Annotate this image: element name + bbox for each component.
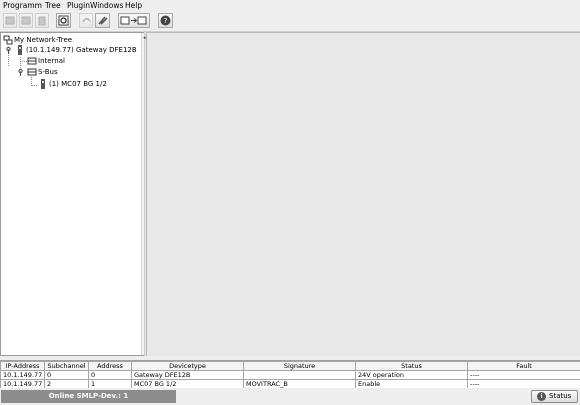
menu-tree[interactable]: Tree: [45, 1, 61, 10]
col-status[interactable]: Status: [355, 361, 468, 371]
collapse-toggle-icon[interactable]: [5, 46, 12, 55]
trash-button[interactable]: [35, 13, 49, 28]
toolbar: ?: [0, 11, 580, 32]
menu-bar: Programm Tree PluginWindows Help: [0, 0, 580, 11]
status-bar: Online SMLP-Dev.: 1 i Status: [0, 388, 580, 405]
status-button[interactable]: i Status: [531, 390, 578, 403]
info-icon: i: [537, 392, 546, 401]
tools-icon: [98, 16, 108, 25]
network-icon: [3, 35, 13, 45]
export-icon: [120, 16, 147, 25]
cell-devicetype: Gateway DFE12B: [131, 370, 244, 380]
tools-button[interactable]: [95, 13, 110, 28]
svg-text:?: ?: [164, 17, 168, 25]
cell-signature: [243, 370, 356, 380]
refresh-icon: [58, 15, 69, 26]
table-header-row: IP-Address Subchannel Address Devicetype…: [0, 361, 580, 371]
cell-subchannel: 0: [44, 370, 89, 380]
col-ip-address[interactable]: IP-Address: [0, 361, 45, 371]
help-button[interactable]: ?: [158, 13, 173, 28]
device-table: IP-Address Subchannel Address Devicetype…: [0, 360, 580, 389]
content-area: [146, 32, 580, 356]
delete-icon: [21, 16, 31, 25]
cell-status: 24V operation: [355, 370, 468, 380]
sbus-icon: [27, 67, 37, 77]
cell-fault: ----: [467, 370, 580, 380]
collapse-toggle-sbus-icon[interactable]: [17, 68, 24, 77]
tree-root-label: My Network-Tree: [14, 36, 73, 44]
col-fault[interactable]: Fault: [467, 361, 580, 371]
col-devicetype[interactable]: Devicetype: [131, 361, 244, 371]
new-icon: [5, 16, 15, 25]
bus-icon: [27, 56, 37, 66]
refresh-button[interactable]: [56, 13, 71, 28]
delete-button[interactable]: [19, 13, 33, 28]
undo-button[interactable]: [79, 13, 93, 28]
tree-device-label: (1) MC07 BG 1/2: [49, 80, 107, 88]
menu-help[interactable]: Help: [125, 1, 142, 10]
cell-address: 0: [88, 370, 132, 380]
tree-internal-label: Internal: [38, 57, 65, 65]
col-address[interactable]: Address: [88, 361, 132, 371]
new-button[interactable]: [3, 13, 17, 28]
export-button[interactable]: [118, 13, 150, 28]
status-button-label: Status: [549, 392, 572, 400]
col-subchannel[interactable]: Subchannel: [44, 361, 89, 371]
tree-sbus-label: S-Bus: [38, 68, 58, 76]
menu-plugin-windows[interactable]: PluginWindows: [67, 1, 123, 10]
trash-icon: [38, 16, 46, 26]
tree-gateway-label: (10.1.149.77) Gateway DFE12B: [26, 46, 137, 54]
undo-icon: [82, 18, 91, 23]
menu-programm[interactable]: Programm: [3, 1, 42, 10]
help-icon: ?: [160, 15, 171, 26]
online-device-count: Online SMLP-Dev.: 1: [1, 390, 176, 403]
drive-device-icon: [38, 79, 48, 89]
cell-ip: 10.1.149.77: [0, 370, 45, 380]
table-row[interactable]: 10.1.149.77 0 0 Gateway DFE12B 24V opera…: [0, 370, 580, 380]
network-tree-panel: My Network-Tree (10.1.149.77) Gateway DF…: [0, 32, 146, 356]
col-signature[interactable]: Signature: [243, 361, 356, 371]
gateway-device-icon: [15, 45, 25, 55]
